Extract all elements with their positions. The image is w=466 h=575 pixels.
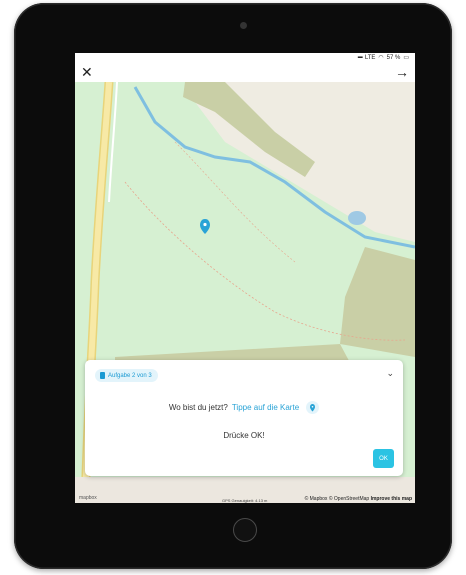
task-badge: Aufgabe 2 von 3 — [95, 369, 158, 382]
gps-accuracy-label: GPS Genauigkeit: 4.13 m — [222, 498, 268, 503]
camera-icon — [240, 22, 247, 29]
map-attribution: © Mapbox © OpenStreetMap Improve this ma… — [305, 496, 412, 502]
status-bar: ▪▪▪▪ LTE ◠ 57 % ▭ — [75, 53, 415, 62]
mapbox-attribution[interactable]: © Mapbox — [305, 496, 328, 502]
question-text: Wo bist du jetzt? — [168, 403, 228, 412]
chevron-down-icon[interactable]: ⌄ — [386, 368, 394, 379]
home-button[interactable] — [233, 518, 257, 542]
task-instruction: Drücke OK! — [223, 431, 265, 440]
tablet-frame: ▪▪▪▪ LTE ◠ 57 % ▭ ✕ → mapbox GPS Genauig… — [14, 3, 452, 569]
clipboard-icon — [100, 372, 105, 379]
battery-label: 57 % — [386, 54, 401, 61]
question-link[interactable]: Tippe auf die Karte — [232, 403, 299, 412]
app-screen: ▪▪▪▪ LTE ◠ 57 % ▭ ✕ → mapbox GPS Genauig… — [75, 53, 415, 503]
map-pin-icon — [310, 403, 316, 411]
wifi-icon: ◠ — [378, 55, 384, 61]
close-icon[interactable]: ✕ — [81, 63, 93, 81]
osm-attribution[interactable]: © OpenStreetMap — [329, 496, 369, 502]
signal-icon: ▪▪▪▪ — [357, 54, 362, 61]
improve-map-link[interactable]: Improve this map — [371, 496, 412, 502]
network-label: LTE — [364, 54, 376, 61]
pond — [348, 211, 366, 225]
task-card: Aufgabe 2 von 3 ⌄ Wo bist du jetzt? Tipp… — [85, 360, 403, 476]
arrow-right-icon[interactable]: → — [395, 63, 409, 81]
ok-button[interactable]: OK — [373, 449, 394, 468]
task-question: Wo bist du jetzt? Tippe auf die Karte — [85, 401, 403, 414]
app-bar: ✕ → — [75, 62, 415, 82]
task-badge-label: Aufgabe 2 von 3 — [108, 372, 152, 379]
battery-icon: ▭ — [403, 55, 409, 61]
mapbox-logo: mapbox — [79, 495, 97, 501]
map-pin-button[interactable] — [306, 401, 320, 414]
